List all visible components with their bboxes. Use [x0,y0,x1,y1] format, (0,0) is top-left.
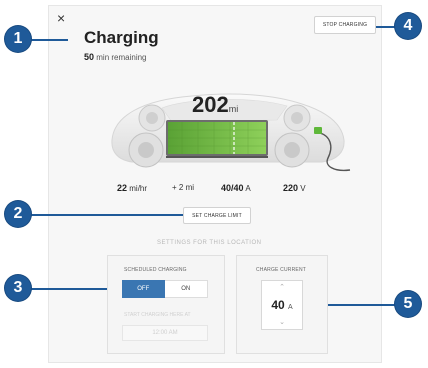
chevron-down-icon[interactable]: ⌄ [262,318,302,326]
charge-rate: 22 mi/hr [117,183,147,193]
time-remaining-label: min remaining [96,53,147,62]
range-readout: 202mi [192,92,238,118]
range-added: + 2 mi [172,183,194,192]
voltage-unit: V [300,184,306,193]
scheduled-charging-label: SCHEDULED CHARGING [124,267,187,273]
charge-current-value: 40 [271,298,285,312]
callout-leader-1 [30,39,68,41]
callout-5: 5 [395,291,421,317]
callout-leader-2 [30,214,183,216]
charge-current-unit: A [288,304,293,311]
charge-current-readout-unit: A [245,184,251,193]
start-time-field[interactable]: 12:00 AM [122,325,208,341]
charge-rate-unit: mi/hr [129,184,148,193]
time-remaining-value: 50 [84,52,95,62]
settings-section-title: SETTINGS FOR THIS LOCATION [157,240,262,246]
voltage-value: 220 [283,183,299,193]
scheduled-charging-toggle[interactable]: OFF ON [122,280,208,298]
stop-charging-button[interactable]: STOP CHARGING [314,16,376,34]
toggle-on-option[interactable]: ON [164,280,208,298]
charge-current-label: CHARGE CURRENT [256,267,307,273]
callout-4: 4 [395,13,421,39]
charge-current-readout: 40/40 A [221,183,251,193]
charge-current-stepper[interactable]: ⌃ 40 A ⌄ [261,280,303,330]
callout-2: 2 [5,201,31,227]
battery-pack [166,120,268,158]
range-added-unit: mi [185,183,195,192]
time-remaining: 50 min remaining [84,52,147,62]
wheel-rear-left [128,132,164,168]
voltage-readout: 220 V [283,183,306,193]
callout-3: 3 [5,275,31,301]
set-charge-limit-button[interactable]: SET CHARGE LIMIT [183,207,251,224]
charge-current-readout-value: 40/40 [221,183,244,193]
chevron-up-icon[interactable]: ⌃ [262,283,302,291]
charge-rate-value: 22 [117,183,128,193]
close-icon[interactable]: × [57,10,65,26]
wheel-front-left [138,104,166,132]
range-value: 202 [192,92,229,117]
toggle-off-option[interactable]: OFF [122,280,165,298]
range-unit: mi [228,104,239,114]
start-charging-label: START CHARGING HERE AT [124,312,191,318]
page-title: Charging [84,28,159,47]
charge-current-display: 40 A [262,298,302,312]
callout-1: 1 [5,26,31,52]
callout-leader-4 [374,26,396,28]
wheel-front-right [283,104,311,132]
range-added-value: + 2 [172,183,184,192]
wheel-rear-right [274,132,310,168]
